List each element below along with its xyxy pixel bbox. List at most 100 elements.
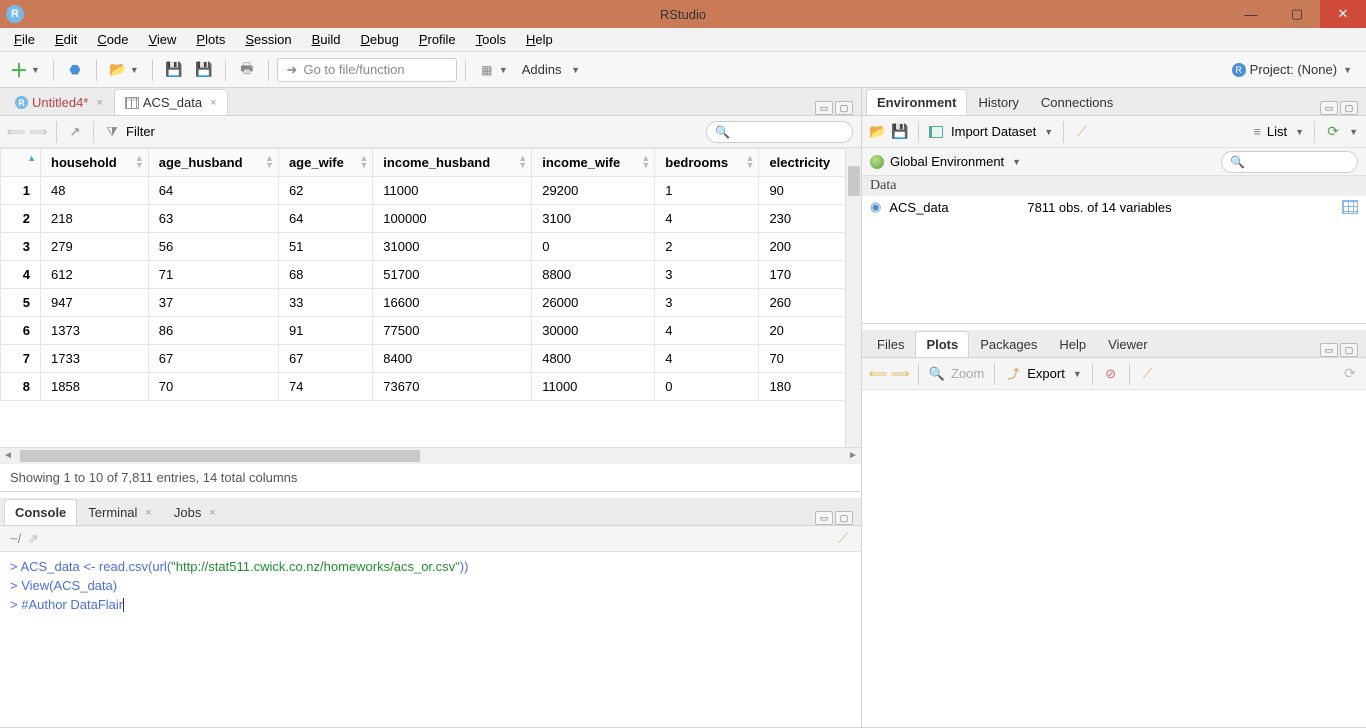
dataviewer-search[interactable]: 🔍 [706,121,853,143]
pane-maximize-button[interactable]: ▢ [1340,343,1358,357]
table-row[interactable]: 71733676784004800470 [1,345,861,373]
menu-build[interactable]: Build [304,30,349,49]
open-file-button[interactable]: 📂▼ [105,57,144,83]
tab-environment[interactable]: Environment [866,89,967,115]
popout-icon[interactable]: ↗ [67,124,83,140]
zoom-label[interactable]: Zoom [951,366,984,381]
menu-file[interactable]: File [6,30,43,49]
col-household[interactable]: household▲▼ [41,149,149,177]
hex-plus-icon: ⬣ [67,62,83,78]
vertical-scrollbar[interactable] [845,148,861,447]
expand-icon[interactable]: ◉ [870,199,881,215]
tab-acsdata[interactable]: ACS_data × [114,89,228,115]
clear-console-icon[interactable]: ⟋ [835,531,851,547]
env-search[interactable]: 🔍 [1221,151,1358,173]
menu-view[interactable]: View [140,30,184,49]
print-button[interactable]: 🖶 [234,57,260,83]
addins-button[interactable]: Addins ▼ [517,57,585,83]
env-scope[interactable]: Global Environment [890,154,1004,169]
tab-jobs[interactable]: Jobs× [163,499,227,525]
col-income-husband[interactable]: income_husband▲▼ [373,149,532,177]
import-icon [929,126,943,138]
r-doc-icon: R [15,96,28,109]
new-project-button[interactable]: ⬣ [62,57,88,83]
menu-profile[interactable]: Profile [411,30,464,49]
menu-help[interactable]: Help [518,30,561,49]
goto-placeholder: Go to file/function [303,62,404,77]
back-icon[interactable]: ⟸ [8,124,24,140]
zoom-icon[interactable]: 🔍 [929,366,945,382]
window-minimize-button[interactable]: — [1228,0,1274,28]
pane-minimize-button[interactable]: ▭ [815,511,833,525]
menu-debug[interactable]: Debug [353,30,407,49]
col-age-husband[interactable]: age_husband▲▼ [148,149,278,177]
forward-icon[interactable]: ⟹ [30,124,46,140]
table-row[interactable]: 6137386917750030000420 [1,317,861,345]
save-workspace-icon[interactable]: 💾 [892,124,908,140]
tab-untitled4-label: Untitled4* [32,95,88,110]
window-close-button[interactable]: ✕ [1320,0,1366,28]
table-row[interactable]: 14864621100029200190 [1,177,861,205]
env-view-mode[interactable]: List [1267,124,1287,139]
plot-next-icon[interactable]: ⟹ [892,366,908,382]
pane-minimize-button[interactable]: ▭ [1320,101,1338,115]
table-row[interactable]: 81858707473670110000180 [1,373,861,401]
pane-maximize-button[interactable]: ▢ [1340,101,1358,115]
pane-minimize-button[interactable]: ▭ [1320,343,1338,357]
menu-edit[interactable]: Edit [47,30,85,49]
menu-tools[interactable]: Tools [468,30,514,49]
tab-connections[interactable]: Connections [1030,89,1124,115]
clear-workspace-icon[interactable]: ⟋ [1074,124,1090,140]
tab-viewer[interactable]: Viewer [1097,331,1159,357]
save-all-icon: 💾 [196,62,212,78]
close-tab-icon[interactable]: × [210,97,216,109]
pane-maximize-button[interactable]: ▢ [835,511,853,525]
menu-plots[interactable]: Plots [188,30,233,49]
col-rownum[interactable]: ▲ [1,149,41,177]
grid-layout-button[interactable]: ▦▼ [474,57,513,83]
export-button[interactable]: Export [1027,366,1065,381]
tab-files[interactable]: Files [866,331,915,357]
table-row[interactable]: 327956513100002200 [1,233,861,261]
col-income-wife[interactable]: income_wife▲▼ [532,149,655,177]
tab-terminal[interactable]: Terminal× [77,499,163,525]
console-output[interactable]: > ACS_data <- read.csv(url("http://stat5… [0,552,861,727]
window-maximize-button[interactable]: ▢ [1274,0,1320,28]
filter-label[interactable]: Filter [126,124,155,139]
new-file-button[interactable]: ＋▼ [6,57,45,83]
pane-maximize-button[interactable]: ▢ [835,101,853,115]
clear-plots-icon[interactable]: ⟋ [1140,366,1156,382]
load-workspace-icon[interactable]: 📂 [870,124,886,140]
close-icon[interactable]: × [145,507,151,519]
save-button[interactable]: 💾 [161,57,187,83]
table-row[interactable]: 2218636410000031004230 [1,205,861,233]
import-dataset-button[interactable]: Import Dataset [951,124,1036,139]
tab-history[interactable]: History [967,89,1029,115]
tab-console[interactable]: Console [4,499,77,525]
goto-file-input[interactable]: ➜ Go to file/function [277,58,457,82]
col-bedrooms[interactable]: bedrooms▲▼ [655,149,759,177]
tab-help[interactable]: Help [1048,331,1097,357]
col-age-wife[interactable]: age_wife▲▼ [278,149,372,177]
pane-minimize-button[interactable]: ▭ [815,101,833,115]
refresh-icon[interactable]: ⟳ [1325,124,1341,140]
view-data-icon[interactable] [1342,200,1358,214]
table-row[interactable]: 5947373316600260003260 [1,289,861,317]
menu-session[interactable]: Session [237,30,299,49]
project-menu[interactable]: R Project: (None) ▼ [1224,62,1360,77]
save-all-button[interactable]: 💾 [191,57,217,83]
data-grid[interactable]: ▲ household▲▼ age_husband▲▼ age_wife▲▼ i… [0,148,861,447]
tab-packages[interactable]: Packages [969,331,1048,357]
tab-untitled4[interactable]: R Untitled4* × [4,89,114,115]
table-row[interactable]: 461271685170088003170 [1,261,861,289]
horizontal-scrollbar[interactable]: ◄ ► [0,447,861,463]
close-tab-icon[interactable]: × [96,97,102,109]
close-icon[interactable]: × [209,507,215,519]
menu-code[interactable]: Code [89,30,136,49]
tab-plots[interactable]: Plots [915,331,969,357]
goto-wd-icon[interactable]: ⇗ [25,531,41,547]
remove-plot-icon[interactable]: ⊘ [1103,366,1119,382]
refresh-plot-icon[interactable]: ⟳ [1342,366,1358,382]
env-item-acsdata[interactable]: ◉ ACS_data 7811 obs. of 14 variables [862,196,1366,218]
plot-prev-icon[interactable]: ⟸ [870,366,886,382]
